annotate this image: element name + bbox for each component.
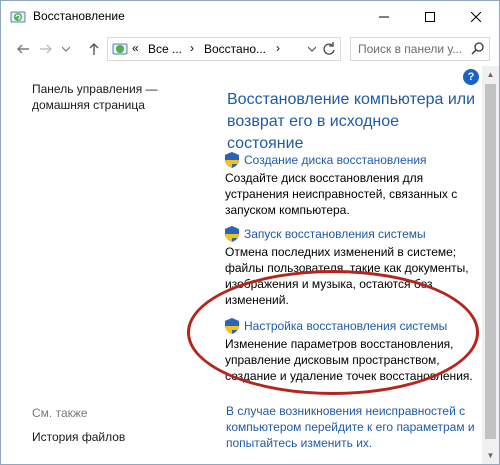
content-area: ? Панель управления — домашняя страница … bbox=[1, 66, 481, 464]
recovery-icon bbox=[10, 11, 26, 23]
search-placeholder: Поиск в панели у... bbox=[358, 42, 463, 56]
up-button[interactable] bbox=[85, 40, 103, 58]
refresh-icon[interactable] bbox=[322, 40, 336, 56]
create-recovery-drive-link[interactable]: Создание диска восстановления bbox=[225, 152, 475, 168]
see-also-heading: См. также bbox=[32, 406, 88, 420]
maximize-button[interactable] bbox=[407, 1, 453, 32]
search-icon bbox=[471, 42, 484, 55]
breadcrumb-separator[interactable]: › bbox=[276, 41, 280, 55]
page-title: Восстановление компьютера или возврат ег… bbox=[227, 91, 476, 152]
start-system-restore-description: Отмена последних изменений в системе; фа… bbox=[225, 245, 469, 307]
address-overflow[interactable]: « bbox=[132, 41, 139, 55]
recovery-window: Восстановление « Все ... › Восстано... ›… bbox=[0, 0, 500, 465]
navigation-bar: « Все ... › Восстано... › Поиск в панели… bbox=[1, 32, 499, 66]
back-button[interactable] bbox=[14, 40, 32, 58]
create-recovery-drive-description: Создайте диск восстановления для устране… bbox=[225, 171, 458, 217]
scrollbar-thumb[interactable] bbox=[485, 84, 496, 439]
dropdown-icon bbox=[62, 46, 70, 52]
title-bar: Восстановление bbox=[1, 1, 499, 32]
create-recovery-drive-label[interactable]: Создание диска восстановления bbox=[244, 153, 427, 167]
address-bar[interactable]: « Все ... › Восстано... › bbox=[107, 37, 341, 61]
configure-system-restore-label[interactable]: Настройка восстановления системы bbox=[244, 319, 447, 333]
control-panel-home-link[interactable]: Панель управления — домашняя страница bbox=[32, 81, 182, 113]
maximize-icon bbox=[425, 11, 435, 22]
scroll-down-icon[interactable]: ▼ bbox=[482, 447, 499, 464]
breadcrumb-all-items[interactable]: Все ... bbox=[148, 42, 182, 56]
scroll-up-icon[interactable]: ▲ bbox=[482, 66, 499, 83]
configure-system-restore-description: Изменение параметров восстановления, упр… bbox=[225, 337, 473, 383]
create-recovery-drive-item: Создание диска восстановления Создайте д… bbox=[225, 152, 475, 218]
back-arrow-icon bbox=[17, 44, 29, 54]
breadcrumb-recovery[interactable]: Восстано... bbox=[204, 42, 266, 56]
uac-shield-icon bbox=[225, 226, 239, 242]
minimize-icon bbox=[379, 16, 389, 17]
close-icon bbox=[471, 11, 481, 22]
search-input[interactable]: Поиск в панели у... bbox=[350, 37, 490, 61]
start-system-restore-link[interactable]: Запуск восстановления системы bbox=[225, 226, 475, 242]
forward-button[interactable] bbox=[37, 40, 55, 58]
uac-shield-icon bbox=[225, 318, 239, 334]
uac-shield-icon bbox=[225, 152, 239, 168]
window-title: Восстановление bbox=[33, 9, 125, 23]
breadcrumb-separator[interactable]: › bbox=[190, 41, 194, 55]
forward-arrow-icon bbox=[40, 44, 52, 54]
address-dropdown-icon[interactable] bbox=[308, 41, 316, 55]
close-button[interactable] bbox=[453, 1, 499, 32]
configure-system-restore-item: Настройка восстановления системы Изменен… bbox=[225, 318, 475, 384]
vertical-scrollbar[interactable]: ▲ ▼ bbox=[482, 66, 499, 464]
minimize-button[interactable] bbox=[361, 1, 407, 32]
up-arrow-icon bbox=[89, 43, 99, 55]
start-system-restore-item: Запуск восстановления системы Отмена пос… bbox=[225, 226, 475, 308]
file-history-link[interactable]: История файлов bbox=[32, 429, 125, 445]
recent-locations-button[interactable] bbox=[61, 40, 71, 58]
help-icon[interactable]: ? bbox=[463, 69, 479, 85]
start-system-restore-label[interactable]: Запуск восстановления системы bbox=[244, 227, 426, 241]
configure-system-restore-link[interactable]: Настройка восстановления системы bbox=[225, 318, 475, 334]
reset-pc-link[interactable]: В случае возникновения неисправностей с … bbox=[226, 403, 476, 451]
recovery-icon bbox=[112, 43, 128, 55]
